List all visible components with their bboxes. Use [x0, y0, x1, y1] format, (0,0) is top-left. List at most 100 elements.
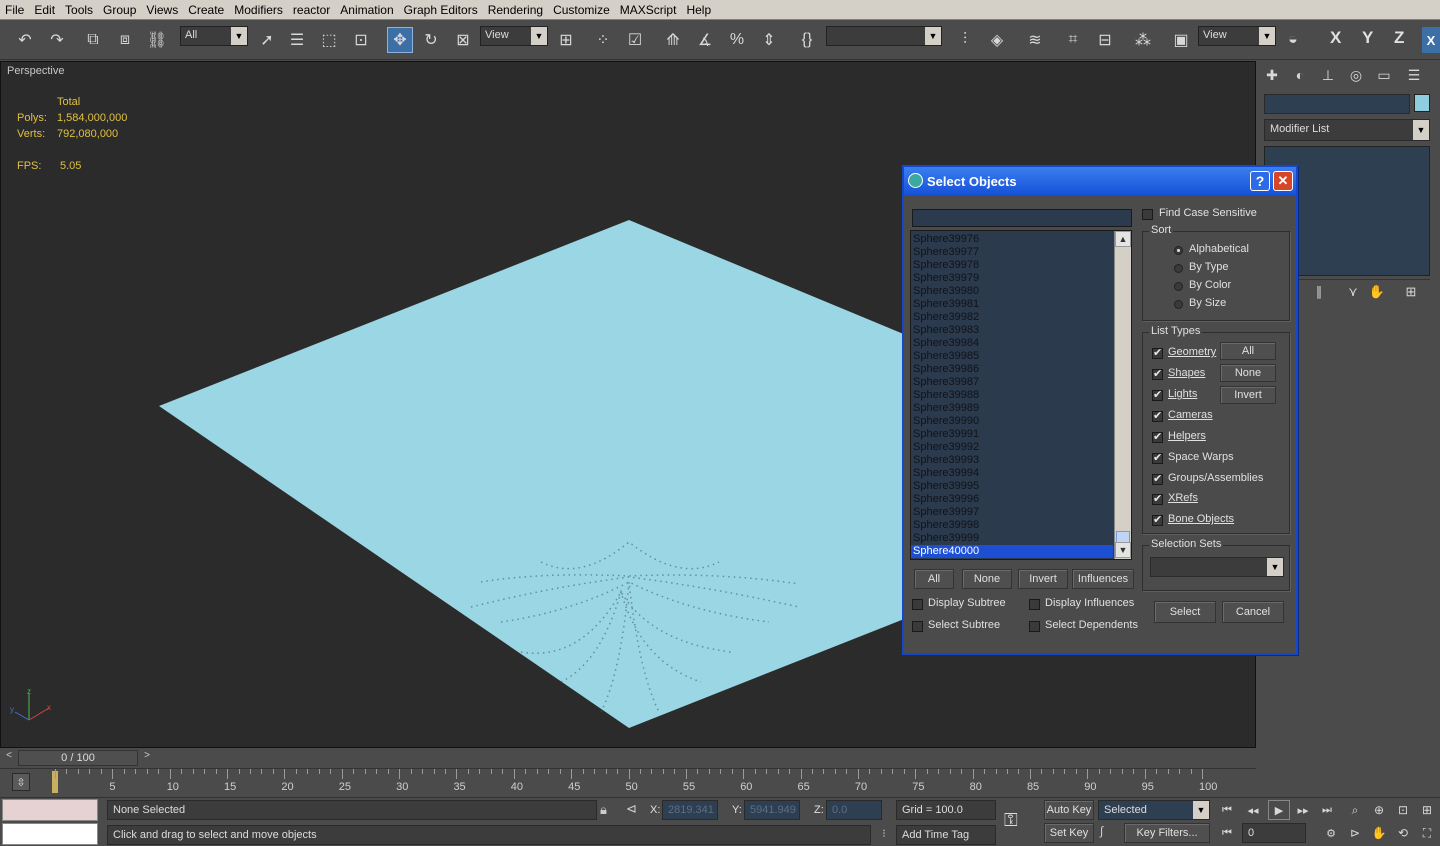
modify-tab-icon[interactable]: ◐ — [1288, 63, 1312, 87]
bind-space-warp-icon[interactable]: ⛓ — [144, 27, 170, 53]
sort-by-color-radio[interactable] — [1174, 282, 1183, 291]
select-none-button[interactable]: None — [962, 569, 1012, 589]
object-list-item[interactable]: Sphere39994 — [911, 467, 1113, 480]
object-name-field[interactable] — [1264, 94, 1410, 114]
add-time-tag[interactable]: Add Time Tag — [896, 825, 996, 845]
select-and-rotate-icon[interactable]: ↻ — [418, 27, 444, 53]
scroll-down-icon[interactable]: ▼ — [1115, 542, 1131, 558]
object-list-item[interactable]: Sphere39979 — [911, 272, 1113, 285]
next-frame-icon[interactable]: ▸▸ — [1292, 800, 1314, 820]
keyboard-shortcut-toggle-icon[interactable]: ☑ — [622, 27, 648, 53]
link-icon[interactable]: ⧉ — [80, 27, 106, 53]
axis-y-constraint[interactable]: Y — [1362, 28, 1373, 48]
reference-coordinate-dropdown[interactable]: View ▼ — [480, 26, 548, 46]
modifier-list-dropdown[interactable]: Modifier List ▼ — [1264, 119, 1430, 141]
object-list-item[interactable]: Sphere39981 — [911, 298, 1113, 311]
maxscript-listener-mini[interactable] — [2, 799, 98, 821]
list-types-none-button[interactable]: None — [1220, 364, 1276, 382]
rectangular-selection-icon[interactable]: ⬚ — [316, 27, 342, 53]
geometry-checkbox[interactable] — [1152, 346, 1163, 359]
object-list-item[interactable]: Sphere39996 — [911, 493, 1113, 506]
maxscript-input-mini[interactable] — [2, 823, 98, 845]
list-types-all-button[interactable]: All — [1220, 342, 1276, 360]
arc-rotate-icon[interactable]: ⟲ — [1392, 824, 1414, 842]
redo-icon[interactable]: ↷ — [44, 27, 70, 53]
select-dependents-checkbox[interactable] — [1029, 621, 1040, 632]
previous-frame-icon[interactable]: ◂◂ — [1242, 800, 1264, 820]
unlink-icon[interactable]: ⧈ — [112, 27, 138, 53]
window-crossing-icon[interactable]: ⊡ — [348, 27, 374, 53]
menu-graph-editors[interactable]: Graph Editors — [399, 0, 483, 20]
undo-icon[interactable]: ↶ — [12, 27, 38, 53]
axis-x-constraint[interactable]: X — [1330, 28, 1341, 48]
named-selection-dropdown[interactable]: ▼ — [826, 26, 942, 46]
layer-manager-icon[interactable]: ≋ — [1022, 27, 1048, 53]
object-list-item[interactable]: Sphere39990 — [911, 415, 1113, 428]
absolute-mode-icon[interactable]: ⊲ — [626, 801, 637, 817]
object-list-item[interactable]: Sphere39997 — [911, 506, 1113, 519]
object-search-input[interactable] — [912, 209, 1132, 227]
angle-snap-icon[interactable]: ∡ — [692, 27, 718, 53]
helpers-checkbox[interactable] — [1152, 430, 1163, 443]
object-list-item[interactable]: Sphere39988 — [911, 389, 1113, 402]
schematic-view-icon[interactable]: ⊟ — [1092, 27, 1118, 53]
scroll-up-icon[interactable]: ▲ — [1115, 231, 1131, 247]
display-tab-icon[interactable]: ▭ — [1372, 63, 1396, 87]
object-list-item[interactable]: Sphere40000 — [911, 545, 1113, 558]
bone-objects-checkbox[interactable] — [1152, 513, 1163, 526]
list-scrollbar[interactable]: ▲ ▼ — [1114, 231, 1131, 559]
menu-rendering[interactable]: Rendering — [483, 0, 548, 20]
select-invert-button[interactable]: Invert — [1018, 569, 1068, 589]
object-list-item[interactable]: Sphere39985 — [911, 350, 1113, 363]
configure-modifier-sets-icon[interactable]: ⊞ — [1400, 282, 1422, 302]
object-list-item[interactable]: Sphere39984 — [911, 337, 1113, 350]
object-list-item[interactable]: Sphere39999 — [911, 532, 1113, 545]
menu-animation[interactable]: Animation — [335, 0, 398, 20]
list-types-invert-button[interactable]: Invert — [1220, 386, 1276, 404]
dialog-title-bar[interactable]: Select Objects ? ✕ — [904, 167, 1296, 195]
select-all-button[interactable]: All — [914, 569, 954, 589]
select-object-icon[interactable]: ➚ — [254, 27, 280, 53]
spinner-snap-icon[interactable]: ⇕ — [756, 27, 782, 53]
zoom-extents-all-icon[interactable]: ⊞ — [1416, 800, 1438, 820]
render-scene-icon[interactable]: ▣ — [1168, 27, 1194, 53]
shapes-checkbox[interactable] — [1152, 367, 1163, 380]
set-key-icon[interactable]: ⚿ — [1004, 810, 1018, 831]
key-mode-dropdown[interactable]: Selected ▼ — [1098, 800, 1210, 820]
current-frame-field[interactable]: 0 — [1242, 823, 1306, 843]
groups-assemblies-checkbox[interactable] — [1152, 472, 1163, 485]
axis-z-constraint[interactable]: Z — [1394, 28, 1404, 48]
pan-view-icon[interactable]: ✋ — [1368, 824, 1390, 842]
object-list-item[interactable]: Sphere39982 — [911, 311, 1113, 324]
object-list-item[interactable]: Sphere39992 — [911, 441, 1113, 454]
time-slider-next-icon[interactable]: > — [140, 750, 154, 766]
select-by-name-icon[interactable]: ☰ — [284, 27, 310, 53]
play-icon[interactable]: ▶ — [1268, 800, 1290, 820]
object-list-item[interactable]: Sphere39993 — [911, 454, 1113, 467]
go-to-end-icon[interactable]: ⏭ — [1316, 800, 1338, 820]
field-of-view-icon[interactable]: ⊳ — [1344, 824, 1366, 842]
object-list-item[interactable]: Sphere39995 — [911, 480, 1113, 493]
menu-group[interactable]: Group — [98, 0, 141, 20]
snaps-toggle-icon[interactable]: ⟰ — [660, 27, 686, 53]
select-button[interactable]: Select — [1154, 601, 1216, 623]
sort-alphabetical-radio[interactable] — [1174, 246, 1183, 255]
sort-by-size-radio[interactable] — [1174, 300, 1183, 309]
selection-sets-dropdown[interactable]: ▼ — [1150, 557, 1284, 577]
cameras-checkbox[interactable] — [1152, 409, 1163, 422]
help-icon[interactable]: ? — [1250, 171, 1270, 191]
create-tab-icon[interactable]: ✚ — [1260, 63, 1284, 87]
key-mode-toggle-icon[interactable]: ⏮ — [1216, 824, 1238, 842]
menu-maxscript[interactable]: MAXScript — [615, 0, 682, 20]
object-list-item[interactable]: Sphere39976 — [911, 233, 1113, 246]
select-and-move-icon[interactable]: ✥ — [387, 27, 413, 53]
menu-tools[interactable]: Tools — [60, 0, 98, 20]
axis-xy-constraint[interactable]: X — [1422, 27, 1440, 53]
menu-file[interactable]: File — [0, 0, 29, 20]
selection-lock-icon[interactable]: 🔒︎ — [600, 802, 607, 818]
menu-create[interactable]: Create — [183, 0, 229, 20]
default-tangent-icon[interactable]: ∫ — [1100, 824, 1122, 842]
key-filters-button[interactable]: Key Filters... — [1124, 823, 1210, 843]
pin-stack-icon[interactable]: ∥ — [1308, 282, 1330, 302]
motion-tab-icon[interactable]: ◎ — [1344, 63, 1368, 87]
